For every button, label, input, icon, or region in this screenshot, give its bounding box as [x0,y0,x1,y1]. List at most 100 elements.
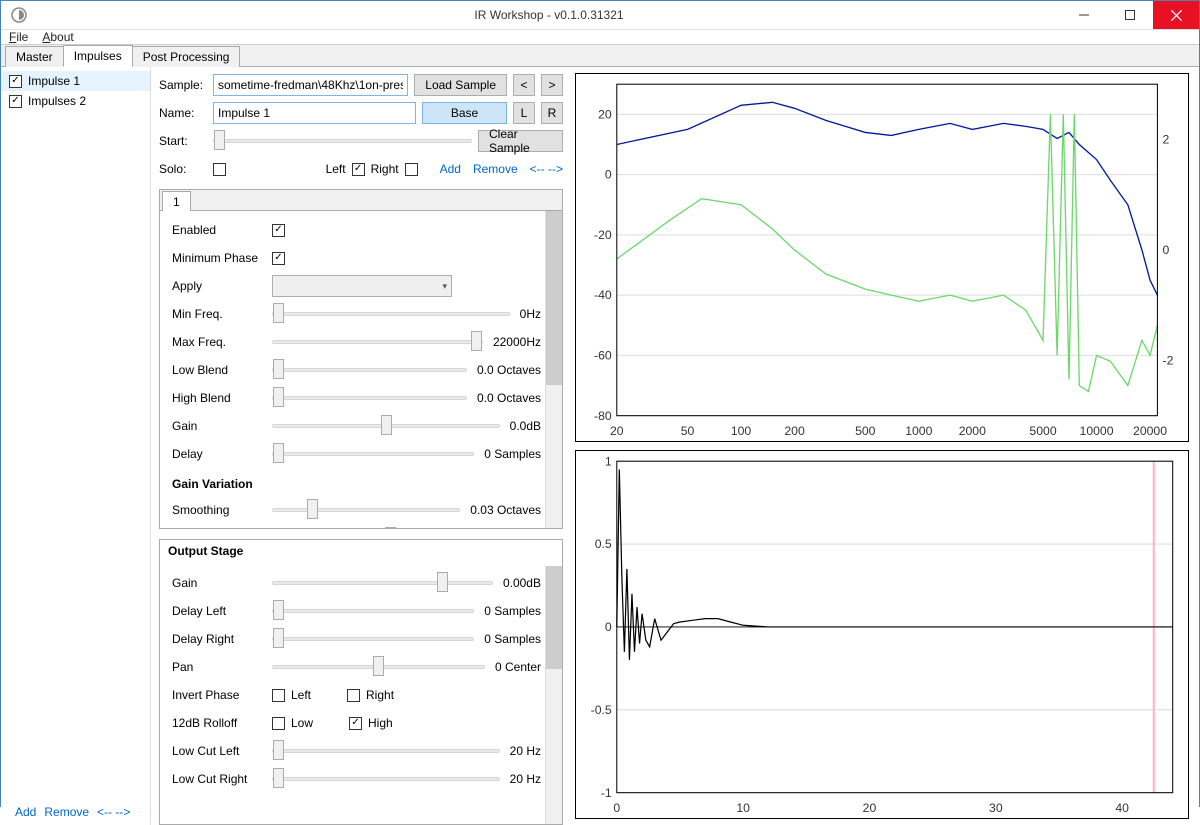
minfreq-label: Min Freq. [172,307,272,321]
svg-text:-20: -20 [594,228,612,242]
add-stage-link[interactable]: Add [440,162,461,176]
list-item-label: Impulses 2 [28,94,86,108]
channel-r-button[interactable]: R [541,102,563,124]
stage-nav-arrows[interactable]: <-- --> [530,162,563,176]
solo-label: Solo: [159,162,207,176]
scrollbar[interactable] [545,211,562,528]
svg-text:20000: 20000 [1133,424,1167,438]
delay-value: 0 Samples [484,447,541,461]
out-gain-slider[interactable] [272,572,493,594]
sample-path-input[interactable] [213,74,408,96]
minphase-label: Minimum Phase [172,251,272,265]
scrollbar[interactable] [545,566,562,824]
stage-params: Enabled✓ Minimum Phase✓ Apply▾ Min Freq.… [160,211,545,528]
maxfreq-slider[interactable] [272,331,483,353]
remove-stage-link[interactable]: Remove [473,162,518,176]
tab-impulses[interactable]: Impulses [63,45,133,67]
out-delayR-slider[interactable] [272,628,474,650]
channel-l-button[interactable]: L [513,102,535,124]
name-input[interactable] [213,102,416,124]
svg-text:-2: -2 [1163,354,1174,368]
sample-label: Sample: [159,78,207,92]
lowcutR-slider[interactable] [272,768,500,790]
output-stage-header: Output Stage [160,540,562,560]
menu-file[interactable]: File [9,30,28,44]
remove-link[interactable]: Remove [44,805,89,819]
solo-checkbox[interactable] [213,163,226,176]
footer-links: Add Remove <-- --> [15,805,130,819]
out-delayR-value: 0 Samples [484,632,541,646]
lowblend-label: Low Blend [172,363,272,377]
out-delayL-label: Delay Left [172,604,272,618]
svg-text:5000: 5000 [1029,424,1056,438]
stage-tab-1[interactable]: 1 [162,191,191,211]
smoothing-slider[interactable] [272,499,460,521]
menu-about[interactable]: About [42,30,73,44]
svg-text:1000: 1000 [905,424,932,438]
svg-text:-40: -40 [594,288,612,302]
svg-text:20: 20 [863,801,877,815]
invert-right-checkbox[interactable] [347,689,360,702]
out-delayR-label: Delay Right [172,632,272,646]
svg-text:20: 20 [610,424,624,438]
out-pan-slider[interactable] [272,656,485,678]
list-item[interactable]: ✓ Impulses 2 [1,91,150,111]
right-checkbox[interactable] [405,163,418,176]
maximize-button[interactable] [1107,1,1153,29]
smoothing-label: Smoothing [172,503,272,517]
checkbox-icon[interactable]: ✓ [9,75,22,88]
base-button[interactable]: Base [422,102,507,124]
lowcutL-slider[interactable] [272,740,500,762]
svg-text:-80: -80 [594,409,612,423]
minphase-checkbox[interactable]: ✓ [272,252,285,265]
tab-master[interactable]: Master [5,46,64,67]
svg-text:2: 2 [1163,133,1170,147]
next-sample-button[interactable]: > [541,74,563,96]
rolloff-high-checkbox[interactable]: ✓ [349,717,362,730]
svg-text:-0.5: -0.5 [591,703,612,717]
app-window: IR Workshop - v0.1.0.31321 File About Ma… [0,0,1200,807]
svg-text:200: 200 [784,424,805,438]
list-item[interactable]: ✓ Impulse 1 [1,71,150,91]
titlebar: IR Workshop - v0.1.0.31321 [1,1,1199,30]
prev-sample-button[interactable]: < [513,74,535,96]
out-pan-label: Pan [172,660,272,674]
center-panel: Sample: Load Sample < > Name: Base L R S… [151,67,571,825]
gain-label: Gain [172,419,272,433]
maxfreq-value: 22000Hz [493,335,541,349]
invert-label: Invert Phase [172,688,272,702]
invert-left-checkbox[interactable] [272,689,285,702]
checkbox-icon[interactable]: ✓ [9,95,22,108]
apply-select[interactable]: ▾ [272,275,452,297]
lowcutR-value: 20 Hz [510,772,541,786]
nav-arrows[interactable]: <-- --> [97,805,130,819]
start-label: Start: [159,134,207,148]
clear-sample-button[interactable]: Clear Sample [478,130,563,152]
highblend-slider[interactable] [272,387,467,409]
minimize-button[interactable] [1061,1,1107,29]
lowblend-value: 0.0 Octaves [477,363,541,377]
amount-slider[interactable] [272,527,508,528]
svg-text:-1: -1 [601,786,612,800]
gain-slider[interactable] [272,415,500,437]
enabled-checkbox[interactable]: ✓ [272,224,285,237]
load-sample-button[interactable]: Load Sample [414,74,507,96]
delay-slider[interactable] [272,443,474,465]
svg-text:2000: 2000 [959,424,986,438]
apply-label: Apply [172,279,272,293]
rolloff-low-label: Low [291,716,313,730]
lowblend-slider[interactable] [272,359,467,381]
minfreq-slider[interactable] [272,303,510,325]
start-slider[interactable] [213,130,472,152]
close-button[interactable] [1153,1,1199,29]
out-delayL-slider[interactable] [272,600,474,622]
add-link[interactable]: Add [15,805,36,819]
left-checkbox[interactable]: ✓ [352,163,365,176]
tab-postprocessing[interactable]: Post Processing [132,46,241,67]
plots-panel: -80-60-40-20020-202205010020050010002000… [571,67,1199,825]
svg-text:0: 0 [605,620,612,634]
rolloff-low-checkbox[interactable] [272,717,285,730]
svg-text:-60: -60 [594,348,612,362]
impulse-plot: -1-0.500.51010203040 [575,450,1189,819]
svg-text:20: 20 [598,107,612,121]
